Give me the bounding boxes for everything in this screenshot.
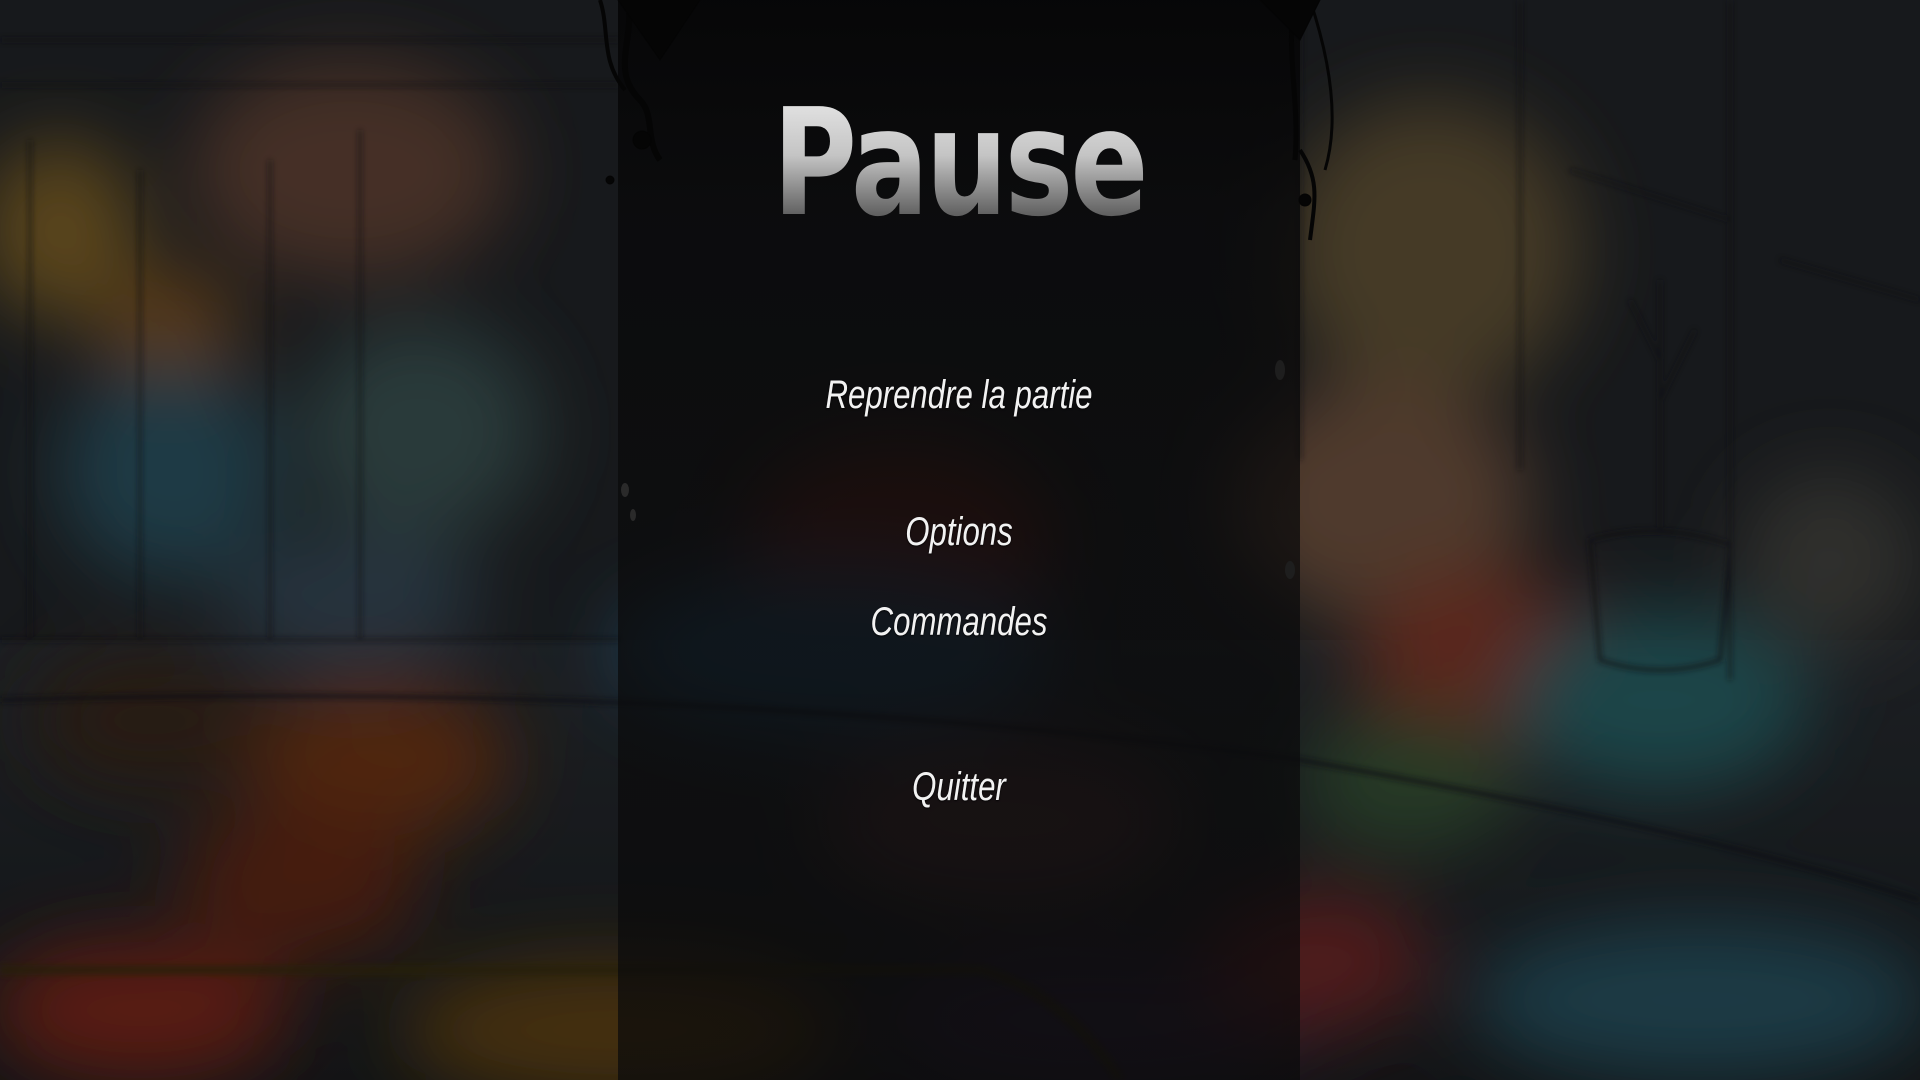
options-button[interactable]: Options bbox=[693, 508, 1225, 556]
resume-game-button[interactable]: Reprendre la partie bbox=[693, 371, 1225, 419]
quit-button[interactable]: Quitter bbox=[693, 763, 1225, 811]
pause-screen: Pause Reprendre la partie Options Comman… bbox=[0, 0, 1920, 1080]
controls-button[interactable]: Commandes bbox=[693, 598, 1225, 646]
pause-title: Pause bbox=[693, 88, 1225, 238]
